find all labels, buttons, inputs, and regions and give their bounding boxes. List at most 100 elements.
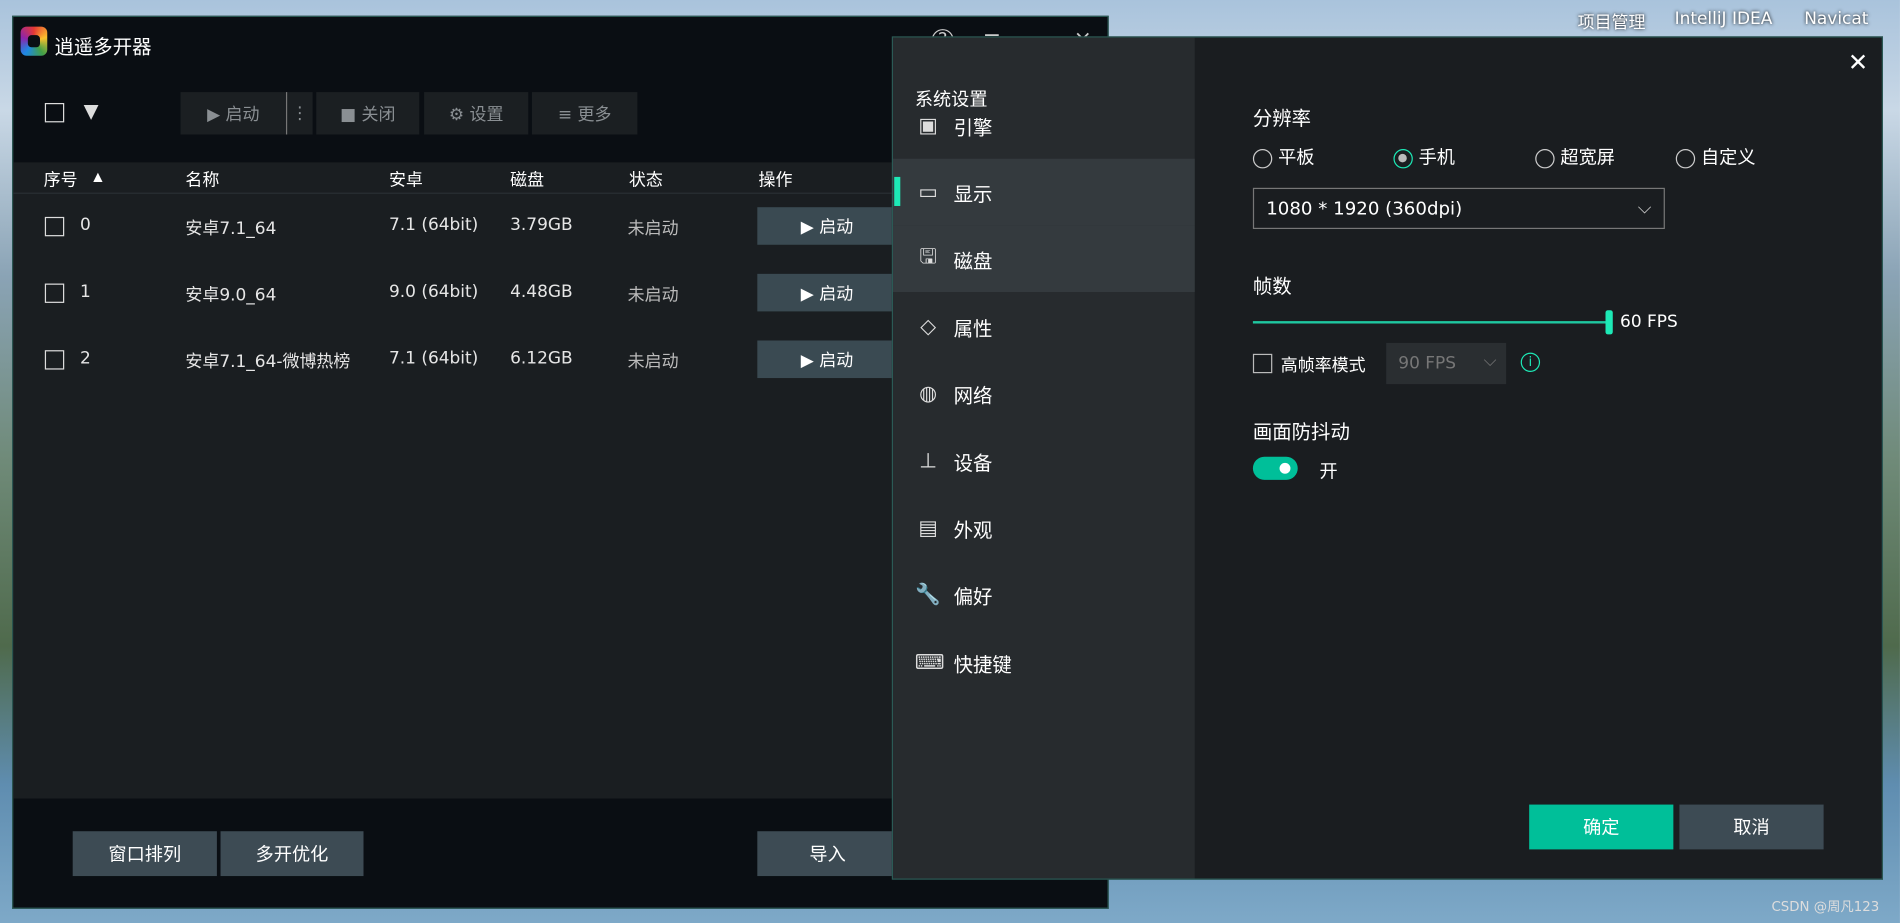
desktop-icon-navicat[interactable]: Navicat: [1804, 10, 1868, 29]
fps-value: 60 FPS: [1620, 312, 1678, 333]
arrange-windows-button[interactable]: 窗口排列: [72, 831, 217, 877]
nav-label: 快捷键: [953, 652, 1012, 676]
row-index: 2: [79, 348, 91, 369]
row-disk: 4.48GB: [510, 282, 573, 302]
row-checkbox[interactable]: [44, 216, 65, 237]
radio-phone[interactable]: 手机: [1393, 144, 1535, 169]
filter-icon[interactable]: ▼: [84, 99, 99, 122]
stop-button[interactable]: ■ 关闭: [316, 92, 420, 135]
radio-circle: [1252, 148, 1273, 168]
radio-circle: [1675, 148, 1696, 168]
radio-ultrawide[interactable]: 超宽屏: [1535, 144, 1676, 169]
chevron-down-icon: ⌵: [1637, 196, 1652, 219]
nav-properties[interactable]: ◇ 属性: [893, 293, 1195, 360]
desktop-icon-intellij[interactable]: IntelliJ IDEA: [1675, 10, 1773, 29]
selected-indicator: [894, 176, 901, 206]
resolution-value: 1080 * 1920 (360dpi): [1266, 197, 1463, 220]
nav-engine[interactable]: ▣ 引擎: [893, 92, 1195, 159]
desktop-icon-project[interactable]: 项目管理: [1578, 10, 1646, 34]
radio-label: 手机: [1418, 146, 1456, 169]
col-disk[interactable]: 磁盘: [510, 167, 544, 191]
radio-label: 平板: [1278, 146, 1315, 169]
row-name: 安卓7.1_64: [185, 219, 277, 239]
high-fps-label: 高帧率模式: [1280, 356, 1366, 376]
sort-asc-icon: ▲: [93, 170, 103, 185]
fps-slider-track[interactable]: [1252, 321, 1607, 324]
row-android: 9.0 (64bit): [388, 282, 479, 302]
nav-label: 偏好: [953, 584, 993, 608]
row-android: 7.1 (64bit): [388, 215, 479, 236]
cancel-button[interactable]: 取消: [1679, 804, 1824, 850]
settings-button[interactable]: ⚙ 设置: [424, 92, 529, 135]
start-options-button[interactable]: ⋮: [285, 92, 313, 135]
resolution-label: 分辨率: [1252, 106, 1312, 130]
nav-network[interactable]: ◍ 网络: [893, 360, 1195, 427]
row-disk: 6.12GB: [510, 348, 573, 369]
row-checkbox[interactable]: [44, 283, 65, 303]
row-name: 安卓9.0_64: [185, 285, 277, 306]
monitor-icon: ▭: [918, 179, 938, 205]
resolution-select[interactable]: 1080 * 1920 (360dpi) ⌵: [1252, 187, 1665, 230]
row-index: 1: [79, 282, 91, 302]
col-android[interactable]: 安卓: [389, 167, 423, 191]
col-index[interactable]: 序号: [44, 167, 78, 191]
toggle-knob: [1279, 462, 1291, 474]
settings-sidebar: 系统设置 ▣ 引擎 ▭ 显示 🖫 磁盘 ◇ 属性 ◍ 网络 ⊥ 设备 ▤ 外观 🔧 偏好 ⌨ 快捷…: [893, 37, 1195, 879]
stabilize-toggle[interactable]: [1252, 456, 1298, 480]
desktop: 项目管理 IntelliJ IDEA Navicat CSDN @周凡123 逍…: [0, 0, 1900, 923]
col-name[interactable]: 名称: [185, 167, 219, 191]
more-button[interactable]: ≡ 更多: [531, 92, 638, 135]
import-button[interactable]: 导入: [757, 831, 898, 877]
stabilize-label: 画面防抖动: [1252, 420, 1350, 444]
info-icon[interactable]: i: [1520, 352, 1541, 372]
chevron-down-icon: ⌵: [1483, 351, 1497, 371]
row-checkbox[interactable]: [44, 350, 65, 370]
nav-preferences[interactable]: 🔧 偏好: [893, 561, 1195, 628]
row-launch-button[interactable]: ▶ 启动: [757, 207, 897, 245]
globe-icon: ◍: [919, 381, 938, 406]
nav-label: 外观: [953, 518, 993, 542]
chip-icon: ▣: [918, 113, 938, 138]
nav-label: 属性: [953, 316, 993, 340]
nav-label: 设备: [953, 451, 993, 475]
tag-icon: ◇: [920, 314, 937, 339]
row-launch-button[interactable]: ▶ 启动: [757, 273, 897, 312]
ok-button[interactable]: 确定: [1529, 804, 1674, 850]
start-button[interactable]: ▶ 启动: [180, 92, 286, 135]
wrench-icon: 🔧: [915, 582, 941, 607]
high-fps-select[interactable]: 90 FPS ⌵: [1386, 342, 1507, 385]
nav-label: 磁盘: [953, 249, 993, 273]
watermark: CSDN @周凡123: [1771, 899, 1880, 915]
close-icon[interactable]: ✕: [1848, 47, 1868, 76]
row-name: 安卓7.1_64-微博热榜: [185, 352, 351, 372]
keyboard-icon: ⌨: [914, 650, 945, 675]
high-fps-checkbox[interactable]: [1252, 353, 1273, 374]
radio-circle: [1535, 148, 1555, 168]
radio-tablet[interactable]: 平板: [1252, 144, 1394, 169]
row-status: 未启动: [627, 285, 679, 306]
app-title: 逍遥多开器: [54, 35, 152, 59]
nav-disk[interactable]: 🖫 磁盘: [893, 225, 1195, 293]
row-disk: 3.79GB: [510, 215, 573, 236]
optimize-button[interactable]: 多开优化: [220, 831, 364, 877]
radio-label: 超宽屏: [1560, 146, 1615, 169]
col-action[interactable]: 操作: [759, 167, 793, 191]
radio-custom[interactable]: 自定义: [1675, 144, 1756, 169]
fps-slider-thumb[interactable]: [1605, 310, 1613, 335]
row-index: 0: [79, 215, 91, 236]
nav-display[interactable]: ▭ 显示: [893, 158, 1195, 226]
row-launch-button[interactable]: ▶ 启动: [757, 340, 897, 379]
nav-device[interactable]: ⊥ 设备: [893, 428, 1195, 495]
settings-dialog: 系统设置 ▣ 引擎 ▭ 显示 🖫 磁盘 ◇ 属性 ◍ 网络 ⊥ 设备 ▤ 外观 🔧 偏好 ⌨ 快捷…: [891, 36, 1883, 880]
nav-label: 引擎: [953, 115, 993, 139]
app-logo: [20, 26, 48, 56]
col-status[interactable]: 状态: [629, 167, 663, 191]
window-icon: ▤: [918, 515, 938, 540]
nav-label: 网络: [953, 383, 993, 407]
nav-label: 显示: [953, 182, 993, 206]
nav-appearance[interactable]: ▤ 外观: [893, 494, 1195, 561]
row-status: 未启动: [627, 219, 679, 239]
disk-icon: 🖫: [919, 244, 937, 269]
select-all-checkbox[interactable]: [44, 102, 65, 123]
nav-shortcuts[interactable]: ⌨ 快捷键: [893, 629, 1195, 696]
